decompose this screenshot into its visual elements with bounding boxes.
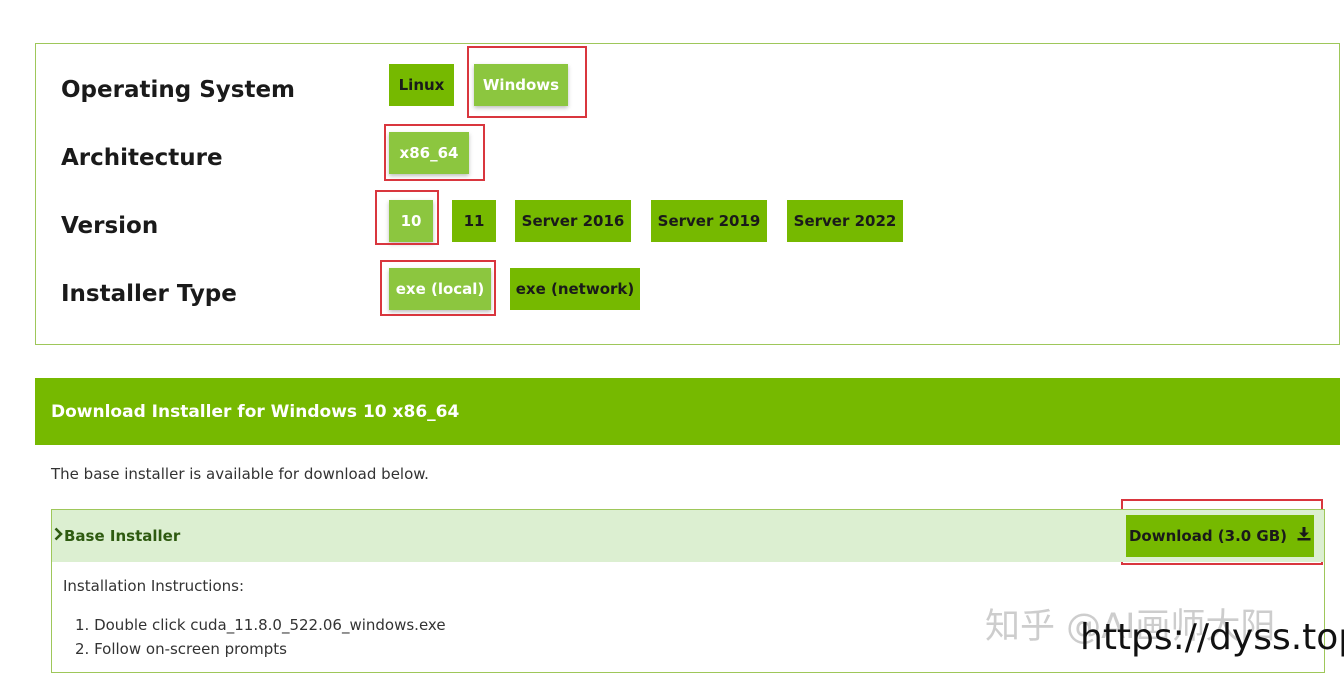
option-version-11[interactable]: 11 [452, 200, 496, 242]
option-exe-local[interactable]: exe (local) [389, 268, 491, 310]
cuda-selector-panel: Operating System Linux Windows Architect… [35, 43, 1340, 345]
download-button-label: Download (3.0 GB) [1128, 527, 1288, 545]
option-server-2019[interactable]: Server 2019 [651, 200, 767, 242]
instruction-step: 2. Follow on-screen prompts [75, 640, 287, 658]
download-icon [1297, 527, 1311, 545]
watermark-url: https://dyss.top [1080, 617, 1344, 658]
option-server-2022[interactable]: Server 2022 [787, 200, 903, 242]
option-x86-64[interactable]: x86_64 [389, 132, 469, 174]
base-installer-title: Base Installer [64, 527, 181, 545]
download-description: The base installer is available for down… [51, 465, 429, 483]
label-installer-type: Installer Type [61, 281, 237, 307]
option-linux[interactable]: Linux [389, 64, 454, 106]
download-button[interactable]: Download (3.0 GB) [1126, 515, 1314, 557]
instruction-step: 1. Double click cuda_11.8.0_522.06_windo… [75, 616, 446, 634]
label-version: Version [61, 213, 159, 239]
instructions-title: Installation Instructions: [63, 577, 244, 595]
option-server-2016[interactable]: Server 2016 [515, 200, 631, 242]
option-version-10[interactable]: 10 [389, 200, 433, 242]
label-operating-system: Operating System [61, 77, 296, 103]
instruction-steps: 1. Double click cuda_11.8.0_522.06_windo… [75, 613, 446, 661]
label-architecture: Architecture [61, 145, 223, 171]
chevron-right-icon[interactable] [54, 527, 64, 546]
option-windows[interactable]: Windows [474, 64, 568, 106]
base-installer-header[interactable]: Base Installer Download (3.0 GB) [52, 510, 1324, 562]
download-header: Download Installer for Windows 10 x86_64 [35, 378, 1340, 445]
option-exe-network[interactable]: exe (network) [510, 268, 640, 310]
